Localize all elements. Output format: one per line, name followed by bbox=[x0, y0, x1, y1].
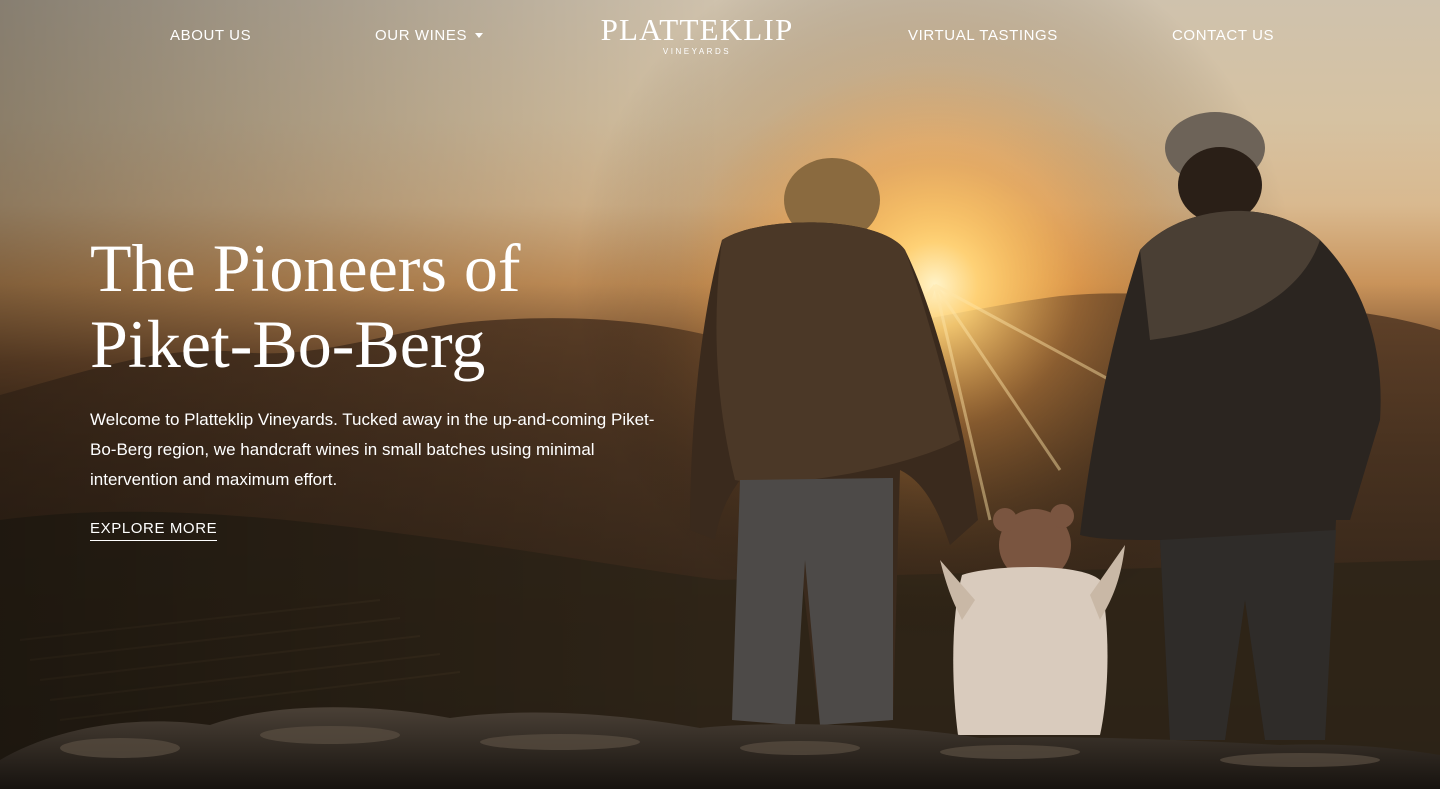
explore-more-button[interactable]: EXPLORE MORE bbox=[90, 520, 218, 541]
chevron-down-icon bbox=[475, 32, 484, 38]
logo-subtitle: VINEYARDS bbox=[662, 47, 732, 56]
hero-section: ABOUT US OUR WINES PLATTEKLIP VINEYARDS … bbox=[0, 0, 1440, 789]
nav-our-wines-label: OUR WINES bbox=[375, 27, 468, 44]
nav-contact-us[interactable]: CONTACT US bbox=[1172, 27, 1274, 44]
nav-our-wines[interactable]: OUR WINES bbox=[375, 27, 484, 44]
hero-headline-line-1: The Pioneers of bbox=[90, 230, 521, 306]
site-logo[interactable]: PLATTEKLIP VINEYARDS bbox=[590, 12, 804, 57]
hero-intro-text: Welcome to Platteklip Vineyards. Tucked … bbox=[90, 410, 655, 489]
nav-virtual-tastings[interactable]: VIRTUAL TASTINGS bbox=[908, 27, 1058, 44]
nav-about-us[interactable]: ABOUT US bbox=[170, 27, 251, 44]
logo-wordmark: PLATTEKLIP bbox=[600, 12, 794, 47]
hero-headline: The Pioneers of Piket-Bo-Berg bbox=[90, 230, 650, 382]
hero-background-image bbox=[0, 0, 1440, 789]
main-navigation: ABOUT US OUR WINES PLATTEKLIP VINEYARDS … bbox=[0, 0, 1440, 72]
hero-headline-line-2: Piket-Bo-Berg bbox=[90, 306, 486, 382]
